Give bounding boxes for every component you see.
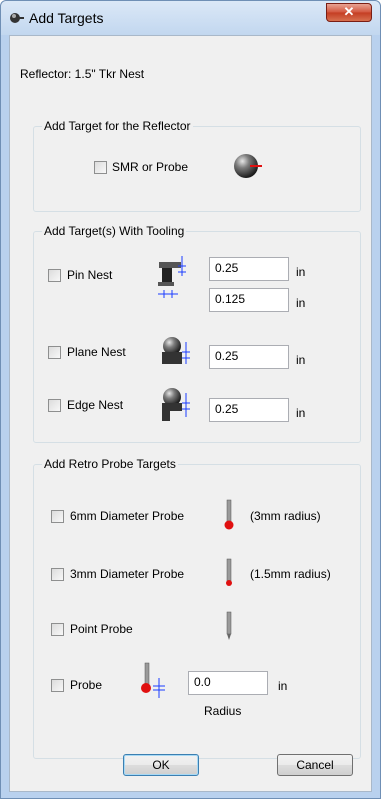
probe-radius-unit: in — [278, 679, 288, 693]
close-icon: ✕ — [343, 4, 355, 19]
pin-nest-height-unit: in — [296, 265, 306, 279]
plane-nest-checkbox[interactable] — [48, 346, 61, 359]
cancel-button[interactable]: Cancel — [277, 754, 353, 776]
pin-nest-diameter-unit: in — [296, 296, 306, 310]
target-icon — [10, 13, 24, 23]
edge-nest-checkbox[interactable] — [48, 399, 61, 412]
smr-probe-label: SMR or Probe — [112, 160, 189, 174]
probe-6mm-note: (3mm radius) — [250, 509, 321, 523]
add-targets-window: Add Targets ✕ Reflector: 1.5" Tkr Nest A… — [0, 0, 381, 799]
pin-nest-label: Pin Nest — [67, 268, 113, 282]
smr-sphere-icon — [234, 154, 262, 178]
plane-nest-input[interactable]: 0.25 — [209, 345, 289, 369]
title-bar[interactable]: Add Targets ✕ — [1, 1, 380, 35]
plane-nest-unit: in — [296, 353, 306, 367]
smr-probe-checkbox[interactable] — [94, 161, 107, 174]
probe-label: Probe — [70, 678, 103, 692]
probe-radius-input[interactable]: 0.0 — [188, 671, 268, 695]
point-probe-label: Point Probe — [70, 622, 133, 636]
point-probe-checkbox[interactable] — [51, 623, 64, 636]
probe-6mm-checkbox[interactable] — [51, 510, 64, 523]
edge-nest-icon — [162, 388, 190, 421]
point-probe-icon — [226, 611, 232, 640]
probe-3mm-label: 3mm Diameter Probe — [70, 567, 185, 581]
probe-radius-caption: Radius — [204, 704, 242, 718]
close-button[interactable]: ✕ — [326, 3, 372, 22]
retro-probe-group-title: Add Retro Probe Targets — [42, 457, 178, 471]
probe-3mm-note: (1.5mm radius) — [250, 567, 331, 581]
probe-3mm-checkbox[interactable] — [51, 568, 64, 581]
pin-nest-diameter-input[interactable]: 0.125 — [209, 288, 289, 312]
reflector-label: Reflector: 1.5" Tkr Nest — [20, 67, 145, 81]
reflector-group: Add Target for the Reflector SMR or Prob… — [33, 119, 361, 212]
pin-nest-checkbox[interactable] — [48, 269, 61, 282]
probe-radius-icon — [141, 662, 165, 698]
edge-nest-label: Edge Nest — [67, 398, 124, 412]
tooling-group: Add Target(s) With Tooling Pin Nest 0.25… — [33, 224, 361, 443]
ok-button[interactable]: OK — [123, 754, 199, 776]
dialog-body: Reflector: 1.5" Tkr Nest Add Target for … — [9, 35, 372, 792]
plane-nest-label: Plane Nest — [67, 345, 126, 359]
plane-nest-icon — [162, 337, 190, 364]
retro-probe-group: Add Retro Probe Targets 6mm Diameter Pro… — [33, 457, 361, 759]
edge-nest-input[interactable]: 0.25 — [209, 398, 289, 422]
probe-checkbox[interactable] — [51, 679, 64, 692]
probe-3mm-icon — [226, 558, 232, 586]
tooling-group-title: Add Target(s) With Tooling — [42, 224, 187, 238]
pin-nest-icon — [158, 256, 186, 298]
probe-6mm-icon — [224, 499, 234, 530]
probe-6mm-label: 6mm Diameter Probe — [70, 509, 185, 523]
reflector-group-title: Add Target for the Reflector — [42, 119, 193, 133]
edge-nest-unit: in — [296, 406, 306, 420]
window-title: Add Targets — [29, 10, 104, 26]
pin-nest-height-input[interactable]: 0.25 — [209, 257, 289, 281]
